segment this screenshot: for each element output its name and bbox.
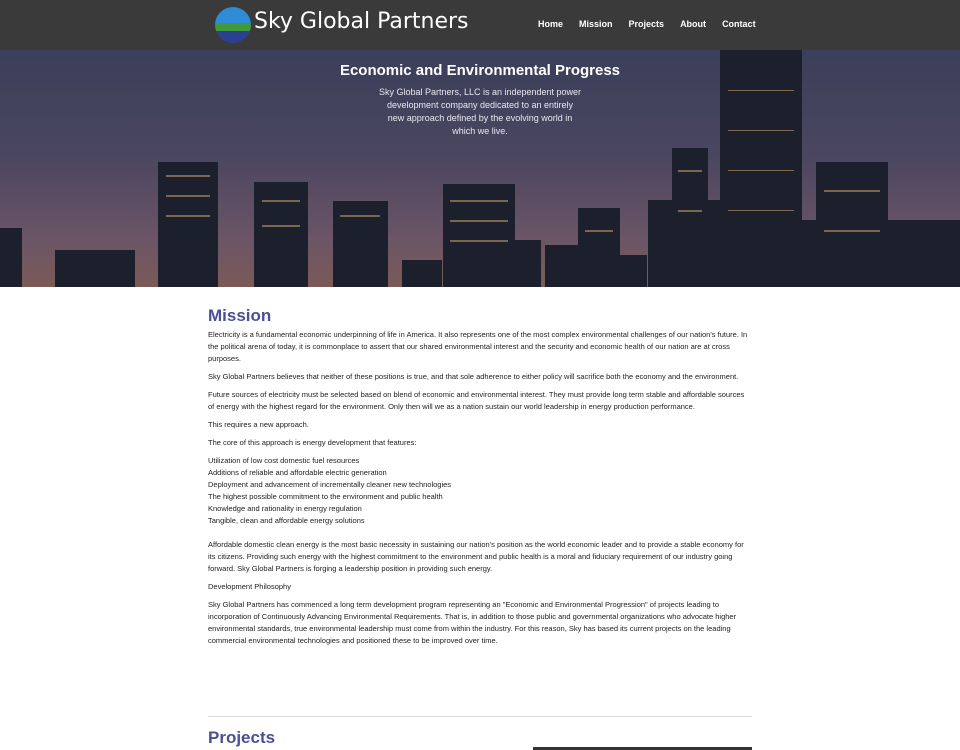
top-navigation-bar: Sky Global Partners Home Mission Project…	[0, 0, 960, 50]
mission-paragraph: This requires a new approach.	[208, 420, 309, 429]
projects-heading: Projects	[208, 728, 276, 747]
site-brand-name[interactable]: Sky Global Partners	[254, 9, 469, 34]
feature-item: Utilization of low cost domestic fuel re…	[208, 456, 360, 465]
mission-paragraph: Electricity is a fundamental economic un…	[208, 330, 748, 363]
mission-section: Mission Electricity is a fundamental eco…	[208, 306, 752, 653]
feature-item: Knowledge and rationality in energy regu…	[208, 504, 362, 513]
hero-title: Economic and Environmental Progress	[339, 62, 621, 79]
hero-subtitle: Sky Global Partners, LLC is an independe…	[378, 87, 582, 136]
mission-paragraph: Sky Global Partners believes that neithe…	[208, 372, 739, 381]
mission-paragraph: Affordable domestic clean energy is the …	[208, 540, 744, 573]
nav-mission-link[interactable]: Mission	[579, 19, 613, 29]
nav-home-link[interactable]: Home	[538, 19, 563, 29]
nav-projects-link[interactable]: Projects	[629, 19, 665, 29]
feature-item: Additions of reliable and affordable ele…	[208, 468, 387, 477]
mission-paragraph: The core of this approach is energy deve…	[208, 438, 417, 447]
hero-banner: Economic and Environmental Progress Sky …	[0, 50, 960, 287]
feature-item: Deployment and advancement of incrementa…	[208, 480, 452, 489]
nav-about-link[interactable]: About	[680, 19, 706, 29]
feature-item: The highest possible commitment to the e…	[208, 492, 443, 501]
main-nav: Home Mission Projects About Contact	[538, 19, 772, 29]
development-philosophy-label: Development Philosophy	[208, 582, 291, 591]
mission-paragraph: Sky Global Partners has commenced a long…	[208, 600, 737, 645]
nav-contact-link[interactable]: Contact	[722, 19, 756, 29]
mission-paragraph: Future sources of electricity must be se…	[208, 390, 745, 411]
globe-logo-icon[interactable]	[215, 7, 251, 43]
feature-list: Utilization of low cost domestic fuel re…	[208, 455, 752, 527]
feature-item: Tangible, clean and affordable energy so…	[208, 516, 365, 525]
section-divider	[208, 716, 752, 717]
mission-heading: Mission	[208, 306, 272, 325]
